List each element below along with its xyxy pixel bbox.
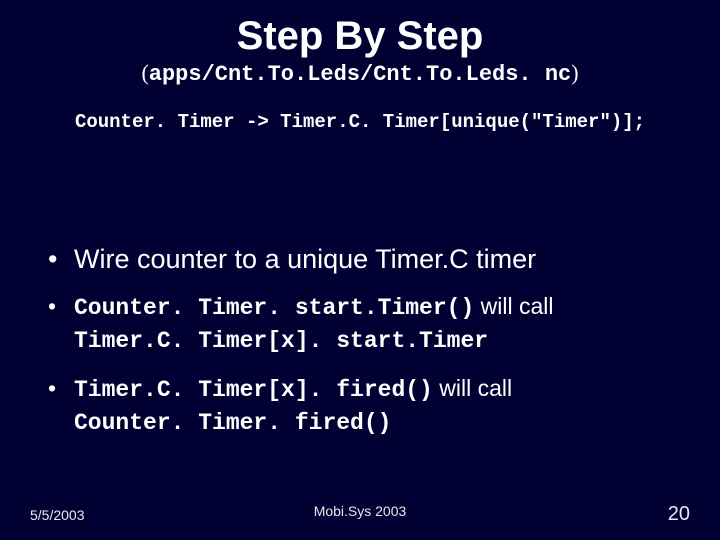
- code-line: Counter. Timer -> Timer.C. Timer[unique(…: [30, 111, 690, 133]
- bullet-dot: •: [48, 373, 74, 439]
- slide: Step By Step (apps/Cnt.To.Leds/Cnt.To.Le…: [0, 0, 720, 540]
- slide-subtitle: (apps/Cnt.To.Leds/Cnt.To.Leds. nc): [30, 60, 690, 87]
- bullet-2: • Counter. Timer. start.Timer() will cal…: [48, 291, 690, 357]
- bullet-2-tail-a: will call: [474, 293, 553, 319]
- bullet-3-tail-a: will call: [433, 375, 512, 401]
- bullet-2-code-a: Counter. Timer. start.Timer(): [74, 295, 474, 321]
- paren-close: ): [571, 60, 578, 85]
- footer: 5/5/2003 Mobi.Sys 2003 20: [0, 503, 720, 526]
- subtitle-path: apps/Cnt.To.Leds/Cnt.To.Leds. nc: [149, 62, 571, 87]
- slide-title: Step By Step: [30, 14, 690, 58]
- bullet-3-text: Timer.C. Timer[x]. fired() will call Cou…: [74, 373, 690, 439]
- paren-open: (: [141, 60, 148, 85]
- bullet-2-code-b: Timer.C. Timer[x]. start.Timer: [74, 328, 488, 354]
- bullet-dot: •: [48, 243, 74, 277]
- footer-venue: Mobi.Sys 2003: [0, 503, 720, 519]
- bullet-3-code-b: Counter. Timer. fired(): [74, 410, 391, 436]
- bullet-1: • Wire counter to a unique Timer.C timer: [48, 243, 690, 277]
- bullet-list: • Wire counter to a unique Timer.C timer…: [30, 243, 690, 439]
- bullet-dot: •: [48, 291, 74, 357]
- bullet-1-text: Wire counter to a unique Timer.C timer: [74, 243, 690, 277]
- bullet-2-text: Counter. Timer. start.Timer() will call …: [74, 291, 690, 357]
- bullet-3: • Timer.C. Timer[x]. fired() will call C…: [48, 373, 690, 439]
- bullet-3-code-a: Timer.C. Timer[x]. fired(): [74, 377, 433, 403]
